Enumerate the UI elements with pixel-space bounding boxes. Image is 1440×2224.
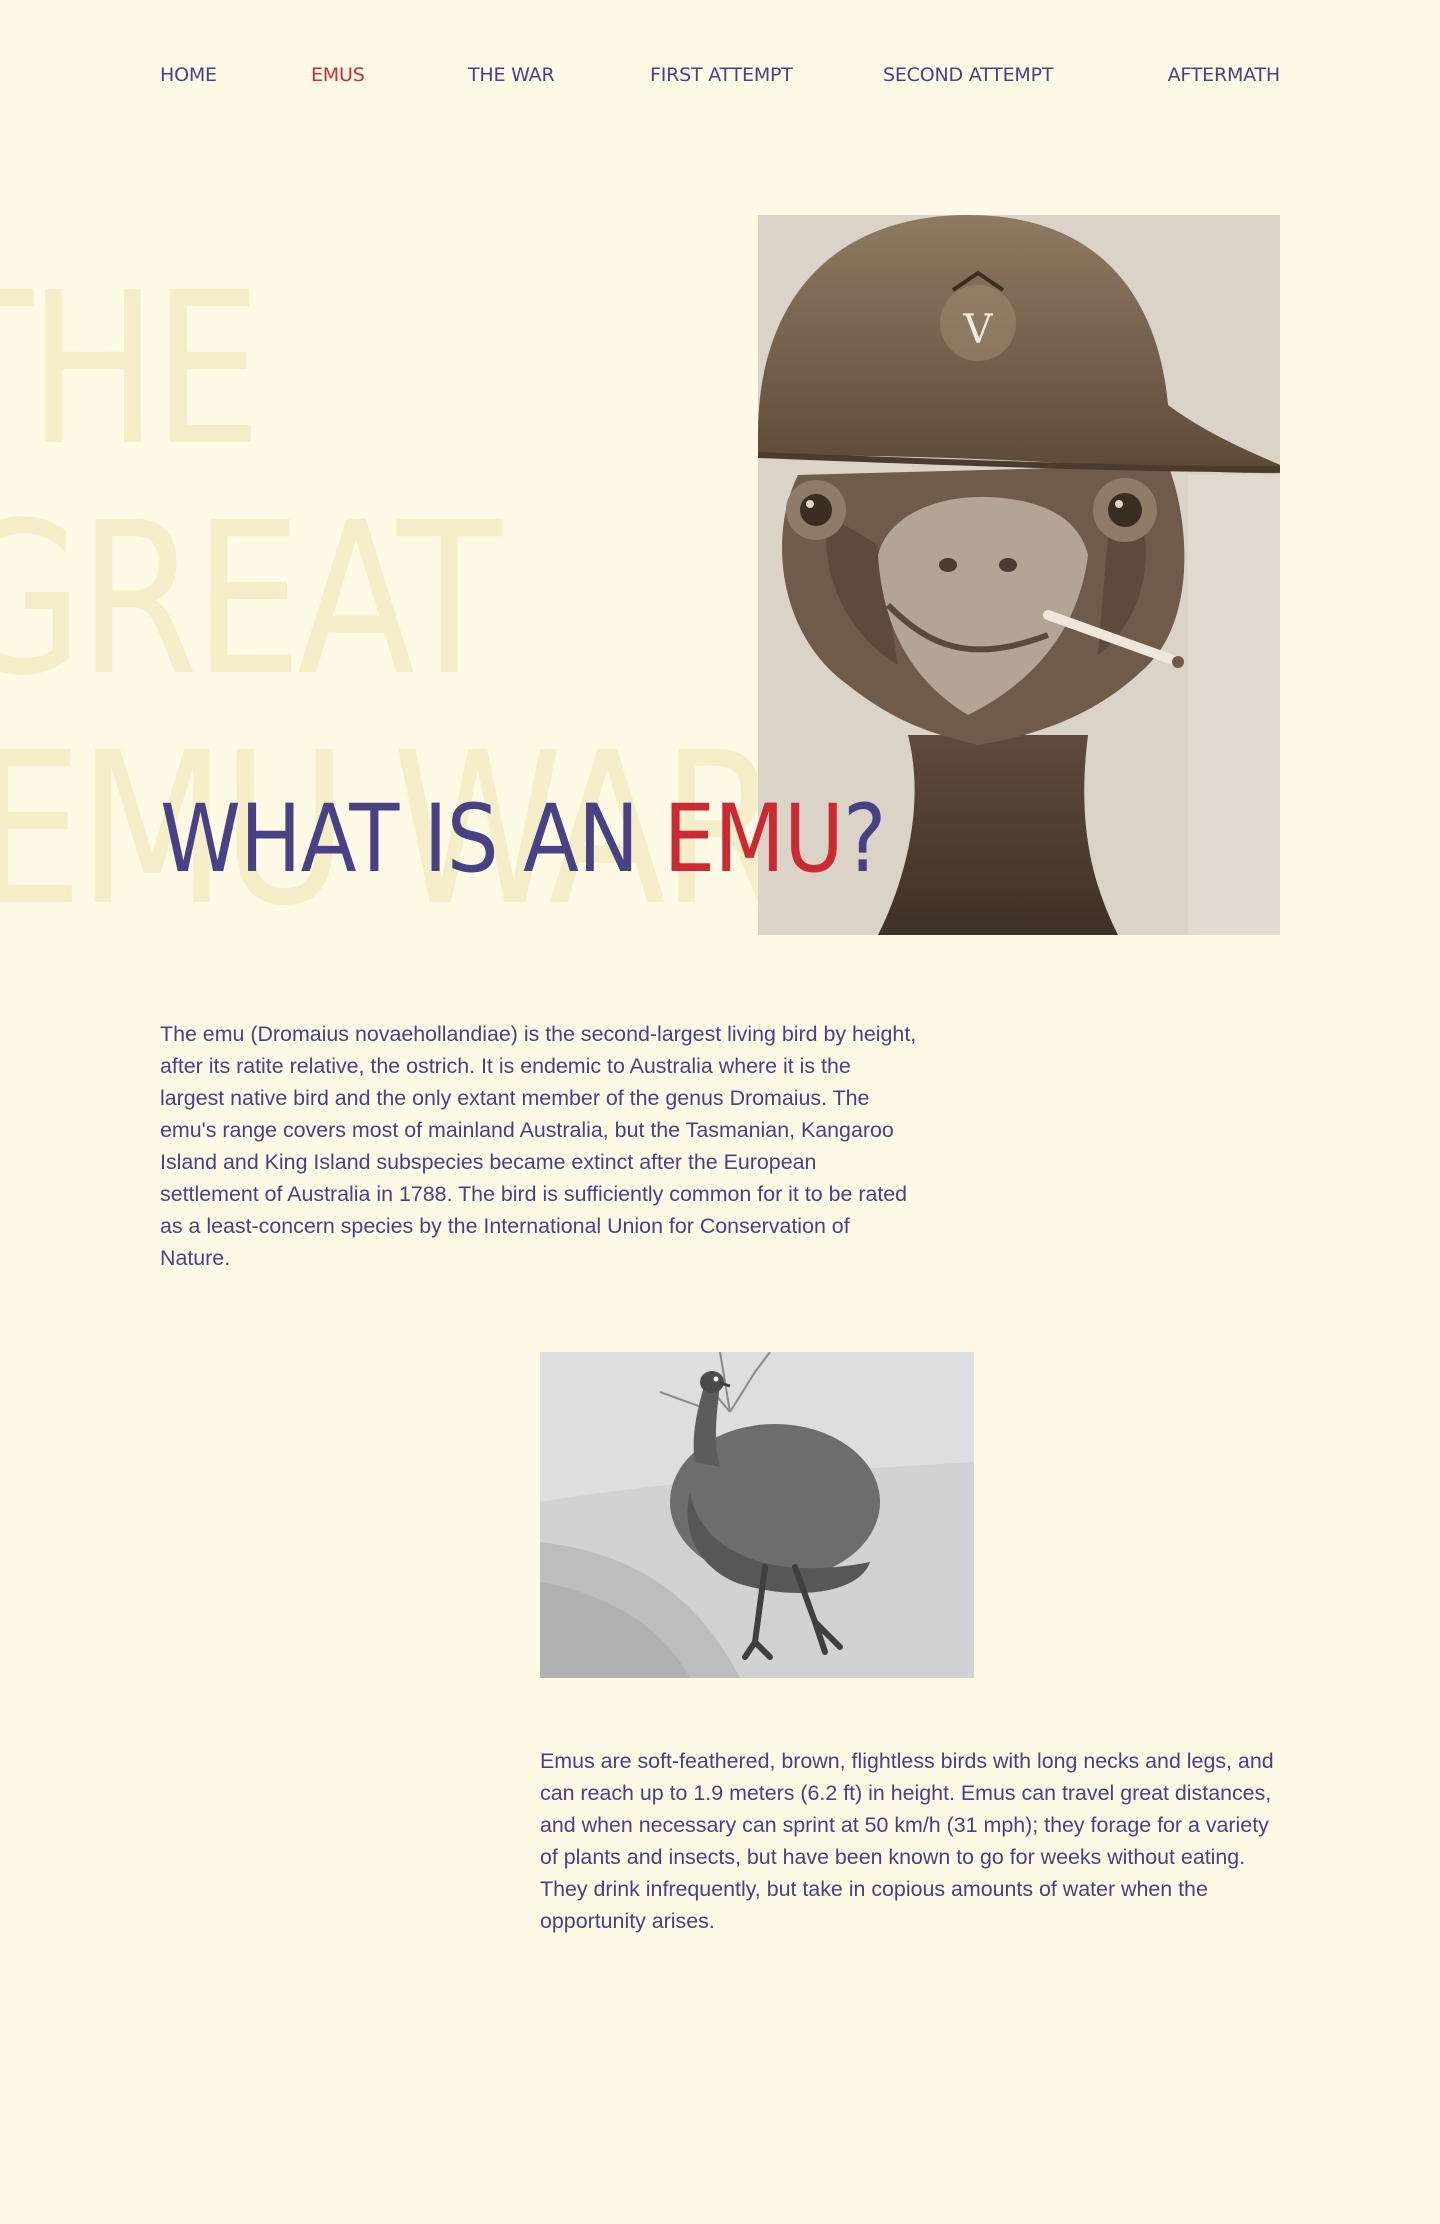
helmet-emblem-letter: V bbox=[963, 307, 994, 353]
background-title-line-the: THE bbox=[0, 247, 262, 492]
emu-description-paragraph: Emus are soft-feathered, brown, flightle… bbox=[540, 1749, 1274, 1933]
intro-paragraph: The emu (Dromaius novaehollandiae) is th… bbox=[160, 1022, 917, 1270]
nav-home-link[interactable]: HOME bbox=[160, 63, 217, 87]
headline-question-mark: ? bbox=[842, 785, 886, 894]
background-title-line-great: GREAT bbox=[0, 477, 502, 722]
nav-first-attempt-link[interactable]: FIRST ATTEMPT bbox=[650, 63, 793, 87]
headline-prefix: WHAT IS AN bbox=[160, 785, 664, 894]
nav-the-war-link[interactable]: THE WAR bbox=[468, 63, 555, 87]
emu-standing-illustration bbox=[540, 1352, 974, 1678]
emu-standing-photo bbox=[540, 1352, 974, 1678]
nav-second-attempt-link[interactable]: SECOND ATTEMPT bbox=[883, 63, 1053, 87]
nav-aftermath-link[interactable]: AFTERMATH bbox=[1168, 63, 1281, 87]
nav-emus-link[interactable]: EMUS bbox=[311, 63, 365, 87]
page-headline: WHAT IS AN EMU? bbox=[160, 785, 886, 895]
headline-accent-emu: EMU bbox=[663, 785, 843, 894]
